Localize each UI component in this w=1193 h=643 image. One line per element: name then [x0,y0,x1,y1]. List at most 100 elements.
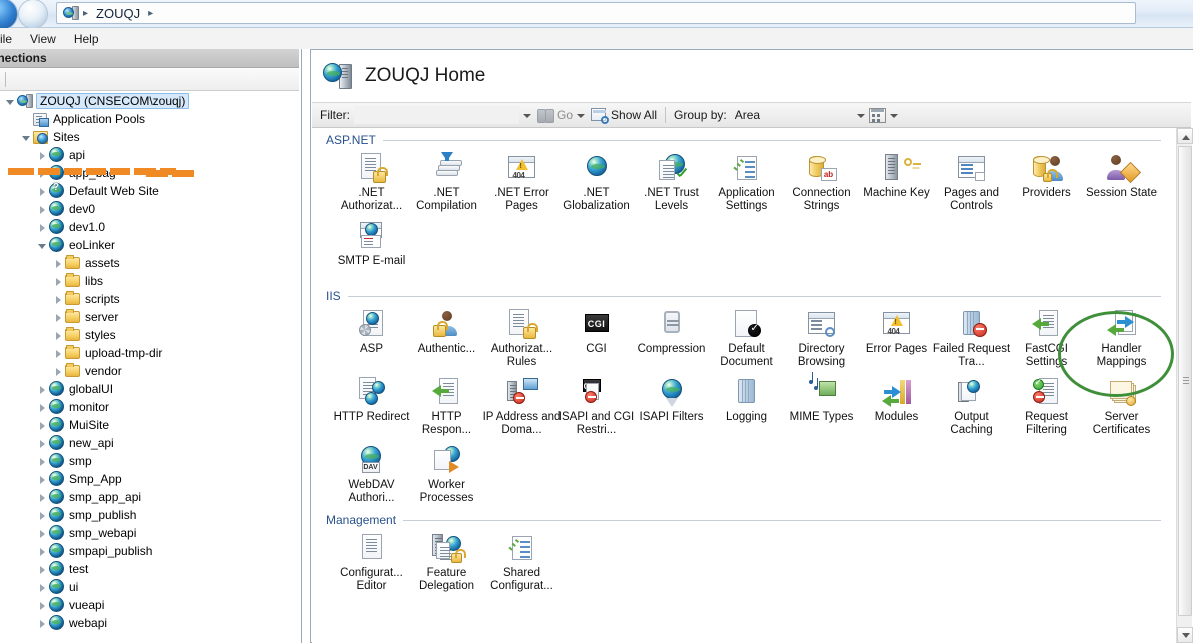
feature-tile[interactable]: 404 Error Pages [859,308,934,370]
collapse-arrow-icon[interactable] [36,455,49,468]
feature-tile[interactable]: DAV WebDAV Authori... [334,444,409,506]
feature-view-scrollbar[interactable] [1176,128,1193,643]
feature-tile[interactable]: Compression [634,308,709,370]
scrollbar-thumb[interactable] [1178,146,1192,616]
collapse-arrow-icon[interactable] [36,581,49,594]
collapse-arrow-icon[interactable] [36,185,49,198]
collapse-arrow-icon[interactable] [52,347,65,360]
tree-node[interactable]: upload-tmp-dir [0,344,299,362]
menu-help[interactable]: Help [65,30,108,48]
scroll-up-icon[interactable] [1177,128,1193,144]
feature-tile[interactable]: .NET Trust Levels [634,152,709,214]
collapse-arrow-icon[interactable] [52,257,65,270]
collapse-arrow-icon[interactable] [36,221,49,234]
feature-tile[interactable]: HTTP Respon... [409,376,484,438]
tree-node[interactable]: vueapi [0,596,299,614]
menu-file[interactable]: ile [0,30,21,48]
collapse-arrow-icon[interactable] [52,311,65,324]
feature-tile[interactable]: Logging [709,376,784,438]
feature-tile[interactable]: Directory Browsing [784,308,859,370]
tree-node[interactable]: smpapi_publish [0,542,299,560]
feature-tile[interactable]: IP Address and Doma... [483,376,560,438]
collapse-arrow-icon[interactable] [36,527,49,540]
feature-tile[interactable]: Modules [859,376,934,438]
feature-tile[interactable]: HTTP Redirect [334,376,409,438]
feature-tile[interactable]: FastCGI Settings [1009,308,1084,370]
tree-node[interactable]: smp_app_api [0,488,299,506]
connections-toolbar[interactable] [0,68,299,91]
collapse-arrow-icon[interactable] [36,617,49,630]
feature-tile[interactable]: Configurat... Editor [334,532,409,594]
tree-node[interactable]: scripts [0,290,299,308]
collapse-arrow-icon[interactable] [36,203,49,216]
collapse-arrow-icon[interactable] [36,383,49,396]
feature-tile[interactable]: Machine Key [859,152,934,214]
tree-node[interactable]: eoLinker [0,236,299,254]
go-dropdown-icon[interactable] [573,106,587,124]
scroll-down-icon[interactable] [1177,627,1193,643]
feature-tile[interactable]: .NET Authorizat... [334,152,409,214]
menu-view[interactable]: View [21,30,65,48]
tree-node[interactable]: test [0,560,299,578]
expand-arrow-icon[interactable] [36,239,49,252]
feature-tile[interactable]: Application Settings [709,152,784,214]
feature-tile[interactable]: Default Document [709,308,784,370]
collapse-arrow-icon[interactable] [52,329,65,342]
feature-tile[interactable]: Authorizat... Rules [484,308,559,370]
tree-node[interactable]: Smp_App [0,470,299,488]
address-bar[interactable]: ▸ ZOUQJ ▸ [56,2,1136,24]
feature-tile[interactable]: ab Connection Strings [784,152,859,214]
group-by-select[interactable] [732,106,853,124]
tree-node[interactable]: Sites [0,128,299,146]
collapse-arrow-icon[interactable] [52,365,65,378]
filter-dropdown-icon[interactable] [519,106,533,124]
collapse-arrow-icon[interactable] [36,563,49,576]
tree-node[interactable]: new_api [0,434,299,452]
tree-node[interactable]: globalUI [0,380,299,398]
feature-tile[interactable]: CGI ISAPI and CGI Restri... [559,376,634,438]
feature-tile[interactable]: ASP [334,308,409,370]
feature-tile[interactable]: Feature Delegation [409,532,484,594]
show-all-button[interactable]: Show All [611,108,657,122]
tree-node[interactable]: styles [0,326,299,344]
tree-node[interactable]: api [0,146,299,164]
collapse-arrow-icon[interactable] [36,473,49,486]
feature-tile[interactable]: Failed Request Tra... [933,308,1010,370]
group-by-dropdown-icon[interactable] [853,106,867,124]
collapse-arrow-icon[interactable] [36,599,49,612]
feature-tile[interactable]: SMTP E-mail [334,220,409,282]
tree-node[interactable]: smp_webapi [0,524,299,542]
collapse-arrow-icon[interactable] [52,275,65,288]
breadcrumb-server[interactable]: ZOUQJ [96,6,140,21]
tree-node[interactable]: assets [0,254,299,272]
tree-node[interactable]: dev1.0 [0,218,299,236]
expand-arrow-icon[interactable] [20,131,33,144]
tree-node[interactable]: vendor [0,362,299,380]
tree-node[interactable]: libs [0,272,299,290]
feature-tile[interactable]: Providers [1009,152,1084,214]
feature-tile[interactable]: Worker Processes [409,444,484,506]
tree-node[interactable]: smp [0,452,299,470]
collapse-arrow-icon[interactable] [36,437,49,450]
feature-tile[interactable]: Handler Mappings [1084,308,1159,370]
tree-node[interactable]: MuiSite [0,416,299,434]
feature-tile[interactable]: Output Caching [934,376,1009,438]
feature-tile[interactable]: MIME Types [784,372,859,438]
tree-node[interactable]: webapi [0,614,299,632]
tree-node[interactable]: Default Web Site [0,182,299,200]
feature-tile[interactable]: Server Certificates [1084,376,1159,438]
feature-tile[interactable]: .NET Globalization [559,152,634,214]
tree-node[interactable]: monitor [0,398,299,416]
back-navigation-icon[interactable] [18,0,48,29]
tree-node[interactable]: Application Pools [0,110,299,128]
collapse-arrow-icon[interactable] [36,401,49,414]
feature-tile[interactable]: Request Filtering [1009,376,1084,438]
filter-input[interactable] [354,106,519,124]
feature-tile[interactable]: ISAPI Filters [634,376,709,438]
collapse-arrow-icon[interactable] [36,149,49,162]
feature-tile[interactable]: .NET Compilation [409,152,484,214]
tree-node[interactable]: server [0,308,299,326]
feature-tile[interactable]: Session State [1084,152,1159,214]
tree-node[interactable]: dev0 [0,200,299,218]
collapse-arrow-icon[interactable] [36,491,49,504]
